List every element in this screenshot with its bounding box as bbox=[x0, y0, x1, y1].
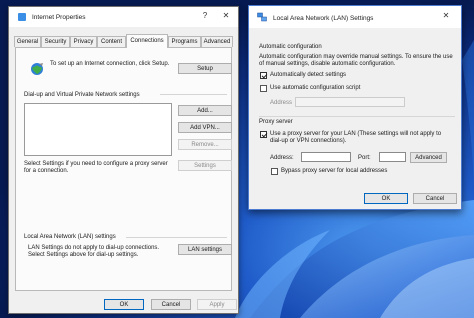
apply-button[interactable]: Apply bbox=[197, 299, 237, 310]
lan-settings-button[interactable]: LAN settings bbox=[178, 244, 232, 255]
script-address-input[interactable] bbox=[295, 97, 405, 107]
use-proxy-checkbox[interactable] bbox=[260, 131, 267, 138]
lan-settings-dialog: Local Area Network (LAN) Settings ✕ Auto… bbox=[248, 5, 462, 210]
port-input[interactable] bbox=[379, 152, 406, 162]
lan-group-divider bbox=[126, 237, 227, 238]
script-address-label: Address bbox=[270, 100, 293, 106]
lan-title-bar[interactable]: Local Area Network (LAN) Settings ✕ bbox=[249, 6, 461, 28]
help-button[interactable]: ? bbox=[198, 11, 212, 20]
proxy-address-label: Address: bbox=[270, 155, 294, 161]
lan-dialog-title: Local Area Network (LAN) Settings bbox=[273, 15, 374, 22]
settings-button[interactable]: Settings bbox=[178, 160, 232, 171]
tab-privacy[interactable]: Privacy bbox=[70, 36, 97, 47]
proxy-address-input[interactable] bbox=[301, 152, 351, 162]
section-divider bbox=[259, 116, 455, 117]
tab-advanced[interactable]: Advanced bbox=[201, 36, 233, 47]
title-bar[interactable]: Internet Properties ? ✕ bbox=[9, 7, 238, 27]
internet-properties-window: Internet Properties ? ✕ General Security… bbox=[8, 6, 239, 314]
internet-options-icon bbox=[18, 13, 26, 21]
proxy-heading: Proxy server bbox=[259, 119, 293, 125]
auto-detect-label[interactable]: Automatically detect settings bbox=[270, 72, 346, 79]
dialup-group-divider bbox=[160, 94, 227, 95]
bypass-local-checkbox[interactable] bbox=[271, 168, 278, 175]
use-proxy-label[interactable]: Use a proxy server for your LAN (These s… bbox=[270, 131, 454, 145]
connections-panel: To set up an Internet connection, click … bbox=[15, 47, 232, 291]
cancel-button[interactable]: Cancel bbox=[151, 299, 191, 310]
lan-cancel-button[interactable]: Cancel bbox=[413, 193, 457, 204]
auto-script-checkbox[interactable] bbox=[260, 85, 267, 92]
setup-description: To set up an Internet connection, click … bbox=[50, 61, 170, 67]
setup-button[interactable]: Setup bbox=[178, 63, 232, 74]
ok-button[interactable]: OK bbox=[104, 299, 144, 310]
settings-description: Select Settings if you need to configure… bbox=[24, 161, 168, 174]
lan-ok-button[interactable]: OK bbox=[364, 193, 408, 204]
close-button[interactable]: ✕ bbox=[219, 11, 233, 20]
dialup-heading: Dial-up and Virtual Private Network sett… bbox=[24, 92, 140, 98]
auto-config-description: Automatic configuration may override man… bbox=[259, 54, 453, 67]
connections-list[interactable] bbox=[24, 103, 172, 156]
advanced-button[interactable]: Advanced bbox=[410, 152, 447, 163]
auto-config-heading: Automatic configuration bbox=[259, 44, 322, 50]
network-icon bbox=[257, 12, 267, 22]
lan-description: LAN Settings do not apply to dial-up con… bbox=[28, 245, 160, 258]
auto-detect-checkbox[interactable] bbox=[260, 72, 267, 79]
add-button[interactable]: Add... bbox=[178, 105, 232, 116]
globe-icon bbox=[31, 63, 43, 75]
tab-connections[interactable]: Connections bbox=[126, 34, 168, 48]
port-label: Port: bbox=[358, 155, 371, 161]
lan-heading: Local Area Network (LAN) settings bbox=[24, 234, 116, 240]
tab-programs[interactable]: Programs bbox=[168, 36, 201, 47]
tab-security[interactable]: Security bbox=[41, 36, 70, 47]
bypass-local-label[interactable]: Bypass proxy server for local addresses bbox=[281, 168, 387, 175]
tab-content[interactable]: Content bbox=[97, 36, 126, 47]
window-title: Internet Properties bbox=[32, 14, 86, 21]
add-vpn-button[interactable]: Add VPN... bbox=[178, 122, 232, 133]
tab-general[interactable]: General bbox=[14, 36, 41, 47]
remove-button[interactable]: Remove... bbox=[178, 139, 232, 150]
lan-close-button[interactable]: ✕ bbox=[439, 11, 453, 20]
auto-script-label[interactable]: Use automatic configuration script bbox=[270, 85, 360, 92]
